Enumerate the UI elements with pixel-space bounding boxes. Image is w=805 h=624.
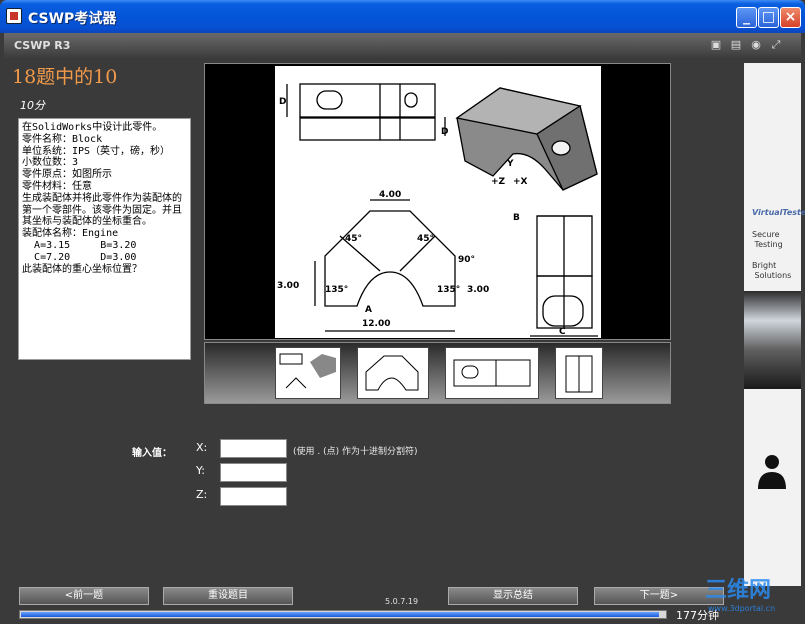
x-label: X: — [196, 441, 208, 454]
label-d: D — [279, 97, 286, 107]
app-icon — [6, 8, 22, 24]
angle-right: 45° — [417, 234, 434, 244]
axis-x: +X — [513, 177, 528, 187]
dim-right: 3.00 — [467, 285, 489, 295]
label-c: C — [559, 327, 566, 337]
question-title: 18题中的10 — [12, 66, 118, 88]
thumbnail-3[interactable] — [445, 347, 539, 399]
angle-left: 45° — [345, 234, 362, 244]
print-icon[interactable]: ▣ — [710, 39, 722, 51]
x-input[interactable] — [220, 439, 287, 458]
minimize-button[interactable]: _ — [736, 7, 757, 28]
info-icon[interactable]: ◉ — [750, 39, 762, 51]
fullscreen-icon[interactable]: ⤢ — [770, 39, 782, 51]
version-text: 5.0.7.19 — [385, 597, 419, 606]
dim-top: 4.00 — [379, 190, 401, 200]
question-points: 10分 — [20, 99, 45, 112]
virtualtester-logo: VirtualTester — [752, 208, 805, 217]
drawing-viewer[interactable]: D D 4.00 45° 45° 90° 135° 135° 3.00 3.00… — [204, 63, 671, 340]
angle-135-right: 135° — [437, 285, 460, 295]
axis-z: +Z — [491, 177, 506, 187]
time-progress-bar — [19, 610, 667, 619]
watermark-url: www.3dportal.cn — [708, 604, 776, 613]
window-title: CSWP考试器 — [28, 11, 117, 27]
bright-solutions-text: Bright Solutions — [752, 261, 792, 280]
dim-bottom: 12.00 — [362, 319, 390, 329]
label-b: B — [513, 213, 520, 223]
part-drawing: D D 4.00 45° 45° 90° 135° 135° 3.00 3.00… — [275, 66, 601, 338]
angle-135-left: 135° — [325, 285, 348, 295]
decimal-hint: (使用 . (点) 作为十进制分割符) — [293, 447, 418, 457]
thumbnail-4[interactable] — [555, 347, 603, 399]
y-label: Y: — [196, 464, 205, 477]
y-input[interactable] — [220, 463, 287, 482]
person-icon — [758, 455, 786, 489]
save-icon[interactable]: ▤ — [730, 39, 742, 51]
thumbnail-2[interactable] — [357, 347, 429, 399]
angle-90: 90° — [458, 255, 475, 265]
header-strip: CSWP R3 ▣ ▤ ◉ ⤢ — [4, 33, 801, 58]
z-input[interactable] — [220, 487, 287, 506]
thumbnail-1[interactable] — [275, 347, 341, 399]
maximize-button[interactable]: □ — [758, 7, 779, 28]
input-label: 输入值： — [132, 448, 172, 459]
branding-strip: VirtualTester Secure Testing Bright Solu… — [744, 63, 805, 586]
close-button[interactable]: × — [780, 7, 801, 28]
product-name: CSWP R3 — [14, 39, 71, 52]
thumbnail-strip — [204, 342, 671, 404]
prev-button[interactable]: <前一题 — [19, 587, 149, 605]
label-a: A — [365, 305, 372, 315]
watermark-logo: 三维网 — [705, 578, 772, 603]
label-d2: D — [441, 127, 448, 137]
dim-left: 3.00 — [277, 281, 299, 291]
time-progress-fill — [21, 612, 659, 617]
question-text[interactable]: 在SolidWorks中设计此零件。 零件名称：Block 单位系统：IPS（英… — [18, 118, 191, 360]
z-label: Z: — [196, 488, 208, 501]
axis-y: Y — [506, 159, 514, 169]
branding-image — [744, 291, 801, 389]
summary-button[interactable]: 显示总结 — [448, 587, 578, 605]
app-window: CSWP考试器 _ □ × CSWP R3 ▣ ▤ ◉ ⤢ 18题中的10 10… — [0, 0, 805, 624]
title-bar[interactable]: CSWP考试器 _ □ × — [0, 0, 805, 33]
secure-testing-text: Secure Testing — [752, 230, 783, 249]
reset-button[interactable]: 重设题目 — [163, 587, 293, 605]
